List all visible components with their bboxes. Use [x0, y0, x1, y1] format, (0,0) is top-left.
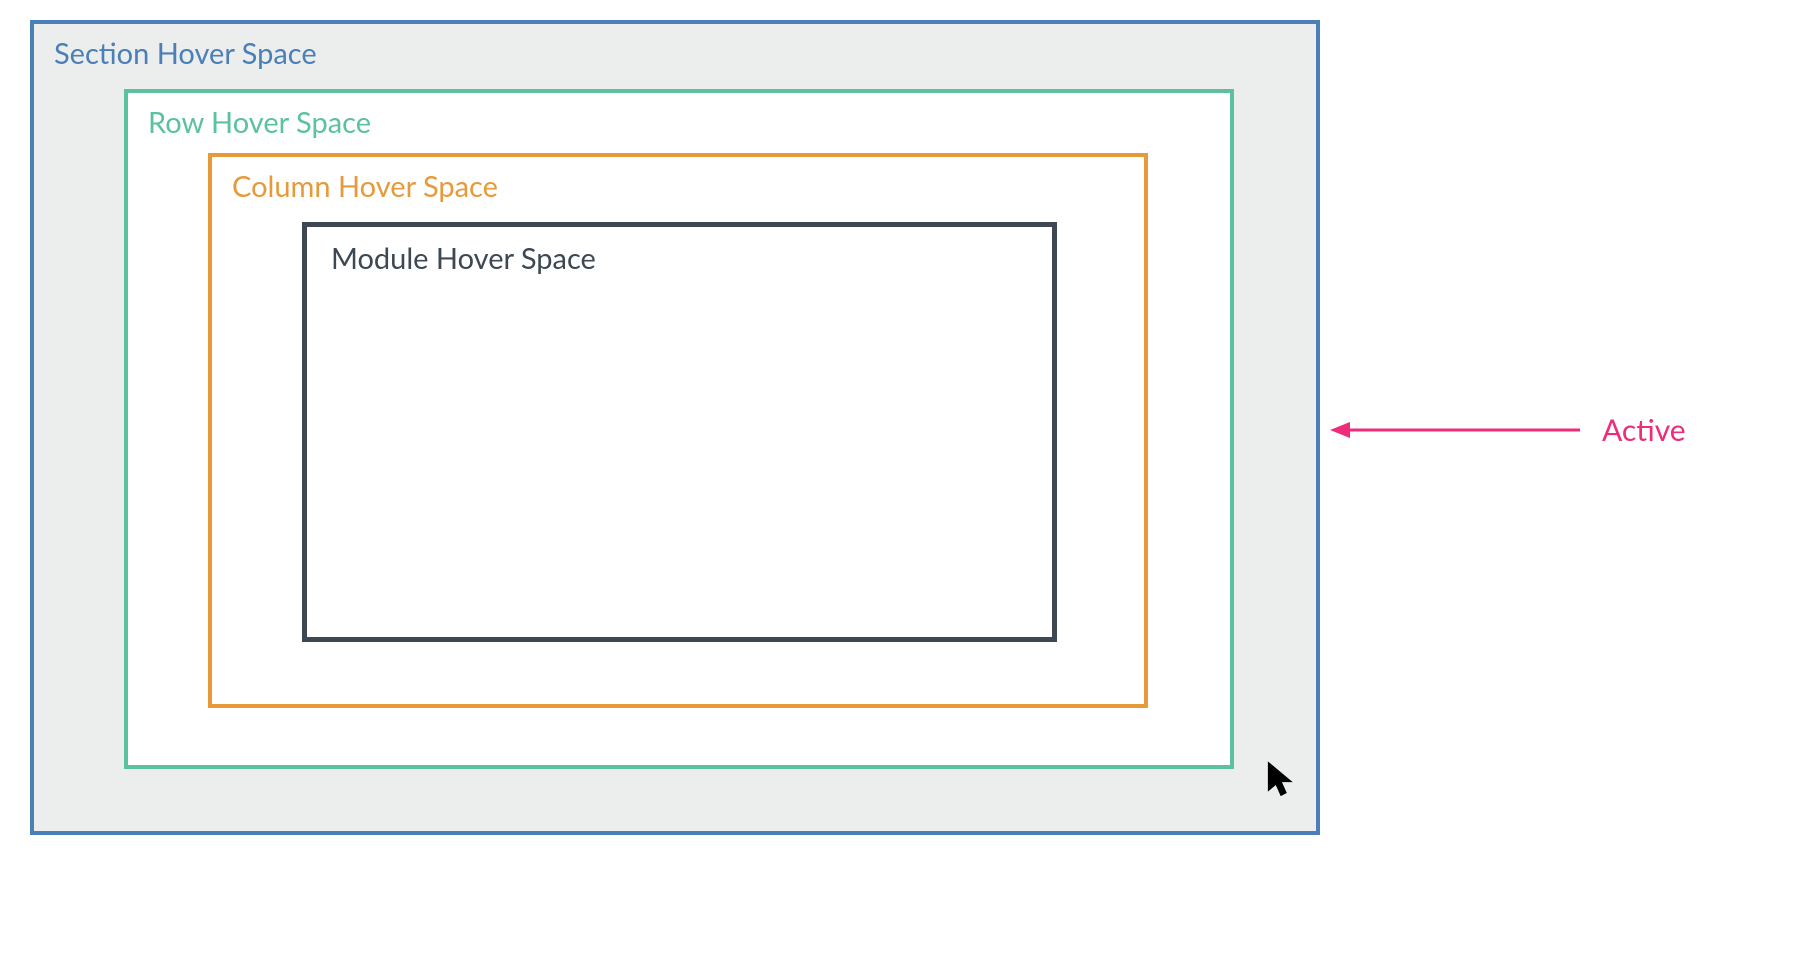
- column-label: Column Hover Space: [232, 169, 1124, 204]
- module-hover-space[interactable]: Module Hover Space: [302, 222, 1057, 642]
- section-hover-space[interactable]: Section Hover Space Row Hover Space Colu…: [30, 20, 1320, 835]
- active-annotation: Active: [1330, 412, 1686, 448]
- row-hover-space[interactable]: Row Hover Space Column Hover Space Modul…: [124, 89, 1234, 769]
- row-label: Row Hover Space: [148, 105, 1210, 140]
- section-label: Section Hover Space: [54, 36, 1296, 71]
- diagram-canvas: Section Hover Space Row Hover Space Colu…: [30, 20, 1770, 940]
- cursor-icon: [1266, 760, 1296, 798]
- active-label: Active: [1602, 412, 1686, 448]
- column-hover-space[interactable]: Column Hover Space Module Hover Space: [208, 153, 1148, 708]
- module-label: Module Hover Space: [331, 241, 1028, 276]
- arrow-icon: [1330, 415, 1590, 445]
